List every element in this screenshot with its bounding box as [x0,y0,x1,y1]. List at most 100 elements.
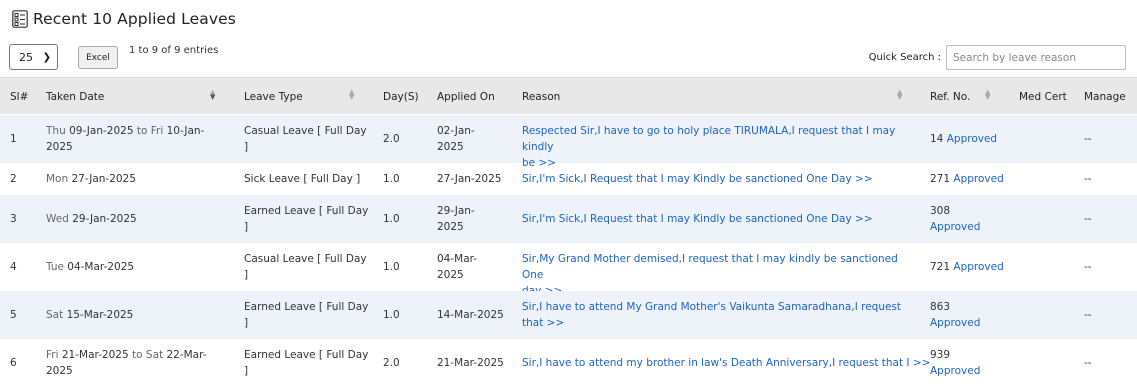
leaves-table: Sl# Taken Date ▲ ▼ Leave Type ▲ ▼ Day(S) A… [0,77,1137,377]
col-header-days[interactable]: Day(S) [383,78,419,115]
status-approved[interactable]: Approved [953,173,1003,185]
page-header: Recent 10 Applied Leaves [12,7,236,31]
status-approved[interactable]: Approved [930,365,980,377]
ref-number: 271 [930,173,951,185]
ref-no: 863 Approved [930,299,980,331]
weekday: Tue [46,261,64,273]
sort-icon[interactable]: ▲ ▼ [985,89,990,101]
reason-link[interactable]: Sir,I'm Sick,I Request that I may Kindly… [522,171,873,187]
days: 2.0 [383,133,400,145]
taken-date: Mon 27-Jan-2025 [46,171,136,187]
weekday: Fri [46,349,59,361]
manage-cell: -- [1084,213,1092,225]
col-header-ref-no[interactable]: Ref. No. [930,78,970,115]
manage-cell: -- [1084,309,1092,321]
table-header: Sl# Taken Date ▲ ▼ Leave Type ▲ ▼ Day(S) A… [0,77,1137,114]
weekday: Sat [145,349,164,361]
sort-icon[interactable]: ▲ ▼ [897,89,902,101]
row-sl: 4 [10,261,17,273]
leave-type: Earned Leave [ Full Day ] [244,203,368,235]
leave-type-text: ] [244,269,249,281]
leave-type: Sick Leave [ Full Day ] [244,173,361,185]
ref-number: 308 [930,205,951,217]
col-header-reason[interactable]: Reason [522,78,560,115]
date: 10-Jan- [166,125,205,137]
table-row: 2 Mon 27-Jan-2025 Sick Leave [ Full Day … [0,163,1137,195]
row-sl: 3 [10,213,17,225]
quick-search-label: Quick Search : [868,52,941,63]
col-header-sl[interactable]: Sl# [10,78,28,115]
row-sl: 6 [10,357,17,369]
applied-date: 29-Jan- [437,205,475,217]
reason-text: that >> [522,317,565,329]
leave-type-text: Earned Leave [ Full Day [244,349,369,361]
table-row: 1 Thu 09-Jan-2025 to Fri 10-Jan- 2025 Ca… [0,115,1137,169]
leave-type: Casual Leave [ Full Day ] [244,123,367,155]
weekday: Fri [150,125,164,137]
days: 1.0 [383,309,400,321]
page-size-select[interactable]: 25 ❯ [9,44,58,70]
applied-on: 29-Jan- 2025 [437,203,475,235]
date: 04-Mar-2025 [67,261,135,273]
weekday: Sat [46,309,64,321]
sort-icon[interactable]: ▲ ▼ [349,89,354,101]
manage-cell: -- [1084,261,1092,273]
table-controls: 25 ❯ Excel 1 to 9 of 9 entries [9,44,218,70]
col-header-med-cert[interactable]: Med Cert [1019,78,1067,115]
status-approved[interactable]: Approved [953,261,1003,273]
row-sl: 5 [10,309,17,321]
status-approved[interactable]: Approved [947,133,997,145]
table-row: 3 Wed 29-Jan-2025 Earned Leave [ Full Da… [0,195,1137,243]
leave-type-text: ] [244,221,249,233]
manage-cell: -- [1084,357,1092,369]
leave-type: Earned Leave [ Full Day ] [244,347,368,379]
taken-date: Sat 15-Mar-2025 [46,307,133,323]
applied-date: 04-Mar- [437,253,478,265]
applied-year: 2025 [437,221,464,233]
date-year: 2025 [46,141,73,153]
applied-on: 21-Mar-2025 [437,357,504,369]
leave-type-text: ] [244,317,249,329]
page-title: Recent 10 Applied Leaves [33,10,236,28]
ref-no: 721 Approved [930,259,1004,275]
page-size-value: 25 [19,50,33,64]
reason-link[interactable]: Sir,I have to attend my brother in law's… [522,355,930,371]
status-approved[interactable]: Approved [930,317,980,329]
status-approved[interactable]: Approved [930,221,980,233]
reason-link[interactable]: Sir,I have to attend My Grand Mother's V… [522,299,907,331]
weekday: Thu [46,125,66,137]
days: 1.0 [383,213,400,225]
weekday: Wed [46,213,69,225]
taken-date: Tue 04-Mar-2025 [46,259,134,275]
reason-link[interactable]: Sir,I'm Sick,I Request that I may Kindly… [522,211,873,227]
date: 15-Mar-2025 [66,309,134,321]
leave-type-text: ] [244,365,249,377]
ref-number: 939 [930,349,951,361]
reason-text: Sir,My Grand Mother demised,I request th… [522,253,898,281]
leave-type-text: Casual Leave [ Full Day [244,125,367,137]
ref-no: 271 Approved [930,171,1004,187]
date: 29-Jan-2025 [72,213,137,225]
applied-on: 04-Mar- 2025 [437,251,477,283]
search-input[interactable]: Search by leave reason [946,45,1126,70]
applied-year: 2025 [437,269,464,281]
reason-text: Respected Sir,I have to go to holy place… [522,125,896,153]
col-header-leave-type[interactable]: Leave Type [244,78,303,115]
checklist-icon [12,10,28,28]
table-row: 6 Fri 21-Mar-2025 to Sat 22-Mar- 2025 Ea… [0,339,1137,387]
excel-export-button[interactable]: Excel [78,46,118,69]
row-sl: 1 [10,133,17,145]
leave-type: Earned Leave [ Full Day ] [244,299,368,331]
ref-no: 14 Approved [930,131,997,147]
col-header-taken-date[interactable]: Taken Date [46,78,104,115]
taken-date: Wed 29-Jan-2025 [46,211,137,227]
quick-search: Quick Search : Search by leave reason [869,45,1126,70]
col-header-manage[interactable]: Manage [1084,78,1126,115]
days: 2.0 [383,357,400,369]
weekday: Mon [46,173,69,185]
ref-no: 939 Approved [930,347,980,379]
applied-on: 27-Jan-2025 [437,173,502,185]
col-header-applied-on[interactable]: Applied On [437,78,495,115]
sort-icon[interactable]: ▲ ▼ [210,89,215,101]
date-separator: to [132,349,143,361]
